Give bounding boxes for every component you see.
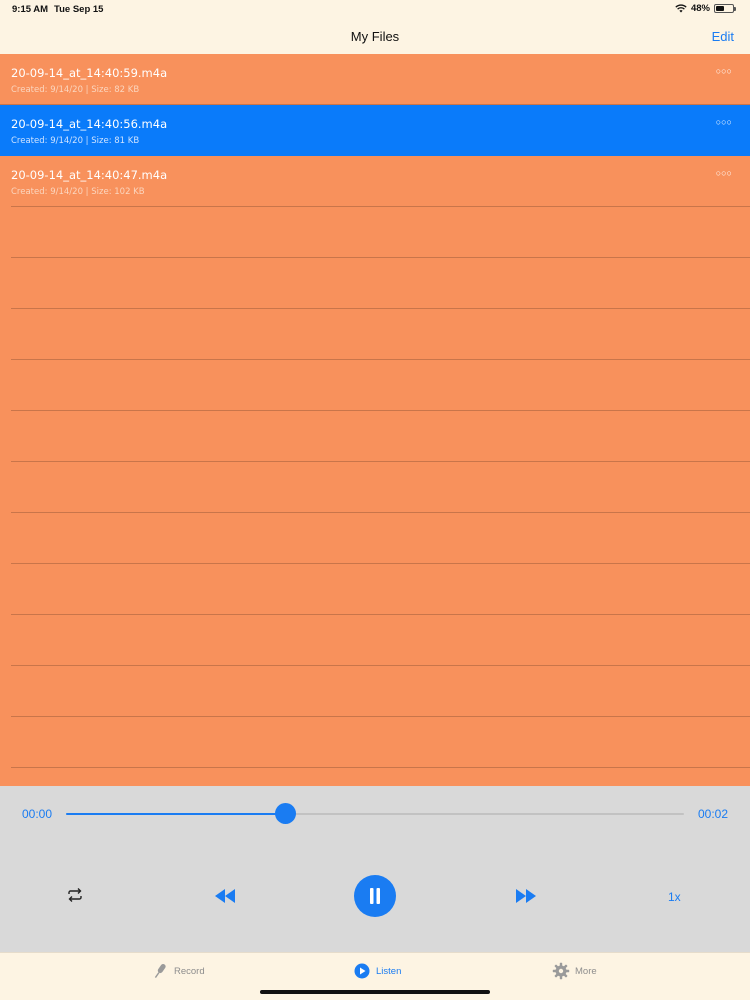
- playback-speed-button[interactable]: 1x: [668, 890, 681, 904]
- more-options-icon[interactable]: ○○○: [716, 168, 732, 178]
- pause-button[interactable]: [354, 875, 396, 917]
- edit-button[interactable]: Edit: [712, 29, 734, 44]
- tab-more-label: More: [575, 965, 597, 977]
- tab-more[interactable]: More: [552, 962, 597, 980]
- empty-row: [11, 258, 750, 309]
- page-title: My Files: [350, 29, 400, 44]
- fast-forward-icon: [516, 889, 536, 903]
- file-name: 20-09-14_at_14:40:56.m4a: [11, 117, 168, 131]
- progress-thumb[interactable]: [275, 803, 297, 824]
- empty-row: [11, 717, 750, 768]
- tab-record[interactable]: Record: [151, 962, 205, 980]
- more-options-icon[interactable]: ○○○: [716, 66, 732, 76]
- file-list[interactable]: 20-09-14_at_14:40:59.m4a Created: 9/14/2…: [0, 54, 750, 786]
- tab-record-label: Record: [174, 965, 205, 977]
- empty-row: [11, 462, 750, 513]
- file-meta: Created: 9/14/20 | Size: 81 KB: [11, 136, 140, 146]
- status-date: Tue Sep 15: [54, 4, 104, 15]
- empty-row: [11, 207, 750, 258]
- more-options-icon[interactable]: ○○○: [716, 117, 732, 127]
- repeat-icon: [68, 888, 82, 902]
- microphone-icon: [154, 963, 166, 978]
- file-name: 20-09-14_at_14:40:59.m4a: [11, 66, 168, 80]
- status-bar: 9:15 AM Tue Sep 15 48%: [0, 0, 750, 18]
- status-indicators: 48%: [675, 3, 736, 14]
- file-row-3[interactable]: 20-09-14_at_14:40:47.m4a Created: 9/14/2…: [0, 156, 750, 207]
- empty-row: [11, 615, 750, 666]
- status-time: 9:15 AM: [12, 4, 49, 15]
- rewind-button[interactable]: [214, 888, 236, 909]
- empty-row: [11, 513, 750, 564]
- progress-fill: [66, 813, 286, 815]
- rewind-icon: [215, 889, 235, 903]
- empty-row: [11, 309, 750, 360]
- gear-icon: [552, 962, 570, 980]
- file-meta: Created: 9/14/20 | Size: 102 KB: [11, 187, 145, 197]
- tab-listen[interactable]: Listen: [353, 962, 401, 980]
- battery-fill: [716, 6, 724, 11]
- empty-row-separators: [11, 206, 750, 768]
- battery-icon: [714, 4, 736, 13]
- pause-icon: [370, 888, 380, 904]
- current-time: 00:00: [22, 807, 53, 821]
- empty-row: [11, 411, 750, 462]
- battery-cap: [734, 7, 736, 11]
- file-row-1[interactable]: 20-09-14_at_14:40:59.m4a Created: 9/14/2…: [0, 54, 750, 105]
- progress-slider[interactable]: [66, 803, 684, 824]
- navigation-bar: My Files Edit: [0, 18, 750, 54]
- listen-play-icon: [354, 963, 370, 979]
- home-indicator: [260, 990, 490, 994]
- empty-row: [11, 360, 750, 411]
- file-name: 20-09-14_at_14:40:47.m4a: [11, 168, 168, 182]
- empty-row: [11, 564, 750, 615]
- file-row-2[interactable]: 20-09-14_at_14:40:56.m4a Created: 9/14/2…: [0, 105, 750, 156]
- total-time: 00:02: [697, 807, 728, 821]
- audio-player: 00:00 00:02 1x: [0, 786, 750, 952]
- battery-percent: 48%: [690, 3, 710, 14]
- fast-forward-button[interactable]: [515, 888, 537, 909]
- tab-listen-label: Listen: [376, 965, 402, 977]
- file-meta: Created: 9/14/20 | Size: 82 KB: [11, 85, 140, 95]
- empty-row: [11, 666, 750, 717]
- repeat-button[interactable]: [66, 887, 84, 908]
- wifi-icon: [675, 4, 687, 13]
